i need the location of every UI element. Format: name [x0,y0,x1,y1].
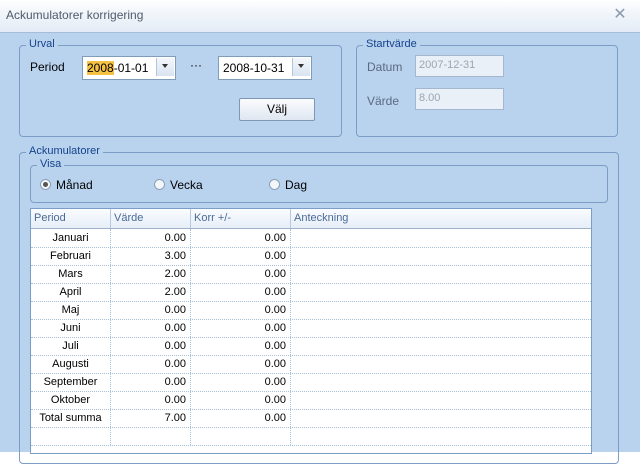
radio-manad-circle[interactable] [40,179,51,190]
ackumulatorer-legend: Ackumulatorer [26,145,103,157]
cell-varde[interactable]: 0.00 [111,229,191,247]
cell-korr[interactable]: 0.00 [191,247,291,265]
column-header-varde[interactable]: Värde [111,209,191,228]
radio-vecka-label[interactable]: Vecka [170,178,203,192]
from-date-dropdown-button[interactable] [156,58,174,76]
column-header-period[interactable]: Period [31,209,111,228]
cell-varde[interactable]: 2.00 [111,265,191,283]
title-bar[interactable]: Ackumulatorer korrigering ✕ [0,0,640,33]
cell-anteckning[interactable] [291,265,591,283]
varde-label: Värde [367,94,400,108]
cell-anteckning[interactable] [291,355,591,373]
table-row[interactable]: Maj 0.00 0.00 [31,301,591,320]
cell-anteckning[interactable] [291,301,591,319]
radio-vecka-circle[interactable] [154,179,165,190]
to-date-dropdown-button[interactable] [292,58,310,76]
cell-period[interactable]: Maj [31,301,111,319]
varde-value: 8.00 [419,92,441,104]
datum-value: 2007-12-31 [419,59,476,71]
radio-manad-label[interactable]: Månad [56,178,93,192]
cell-korr[interactable] [191,427,291,445]
date-range-separator: ··· [190,58,202,72]
radio-dag-circle[interactable] [269,179,280,190]
cell-period[interactable] [31,427,111,445]
cell-anteckning[interactable] [291,427,591,445]
cell-period[interactable]: Januari [31,229,111,247]
table-row[interactable]: Oktober 0.00 0.00 [31,391,591,410]
table-row[interactable]: Juni 0.00 0.00 [31,319,591,338]
cell-anteckning[interactable] [291,229,591,247]
cell-varde[interactable]: 0.00 [111,319,191,337]
from-date-value[interactable]: 2008-01-01 [87,61,148,75]
chevron-down-icon [162,64,168,68]
cell-anteckning[interactable] [291,391,591,409]
cell-period[interactable]: September [31,373,111,391]
cell-anteckning[interactable] [291,319,591,337]
from-date-picker[interactable]: 2008-01-01 [82,56,176,80]
cell-varde[interactable]: 3.00 [111,247,191,265]
table-row[interactable]: Mars 2.00 0.00 [31,265,591,284]
cell-anteckning[interactable] [291,409,591,427]
cell-period[interactable]: Juni [31,319,111,337]
cell-period[interactable]: Oktober [31,391,111,409]
table-row[interactable] [31,427,591,446]
cell-varde[interactable]: 0.00 [111,337,191,355]
varde-field: 8.00 [415,88,504,110]
table-row[interactable]: Juli 0.00 0.00 [31,337,591,356]
table-row[interactable]: Augusti 0.00 0.00 [31,355,591,374]
cell-varde[interactable]: 7.00 [111,409,191,427]
cell-period[interactable]: Total summa [31,409,111,427]
cell-varde[interactable]: 0.00 [111,355,191,373]
cell-varde[interactable]: 0.00 [111,301,191,319]
to-date-value[interactable]: 2008-10-31 [223,61,284,75]
cell-period[interactable]: Augusti [31,355,111,373]
table-row[interactable]: September 0.00 0.00 [31,373,591,392]
radio-selected-dot [43,182,48,187]
cell-period[interactable]: Februari [31,247,111,265]
cell-korr[interactable]: 0.00 [191,373,291,391]
visa-legend: Visa [37,158,65,170]
cell-varde[interactable]: 2.00 [111,283,191,301]
cell-varde[interactable] [111,427,191,445]
table-row[interactable]: Total summa 7.00 0.00 [31,409,591,428]
cell-anteckning[interactable] [291,247,591,265]
cell-anteckning[interactable] [291,337,591,355]
chevron-down-icon [298,64,304,68]
cell-korr[interactable]: 0.00 [191,355,291,373]
window-title: Ackumulatorer korrigering [6,8,144,22]
close-icon[interactable]: ✕ [611,6,629,24]
table-row[interactable]: Februari 3.00 0.00 [31,247,591,266]
cell-korr[interactable]: 0.00 [191,301,291,319]
datum-label: Datum [367,60,403,74]
cell-period[interactable]: Mars [31,265,111,283]
cell-anteckning[interactable] [291,373,591,391]
period-label: Period [30,60,65,74]
grid-header: Period Värde Korr +/- Anteckning [31,209,591,229]
cell-anteckning[interactable] [291,283,591,301]
table-row[interactable]: April 2.00 0.00 [31,283,591,302]
accumulator-grid[interactable]: Period Värde Korr +/- Anteckning Januari… [30,208,592,454]
visa-group: Visa [30,158,608,203]
cell-period[interactable]: Juli [31,337,111,355]
dialog-window: Ackumulatorer korrigering ✕ Urval Period… [0,0,640,464]
column-header-anteckning[interactable]: Anteckning [291,209,591,228]
cell-korr[interactable]: 0.00 [191,409,291,427]
cell-korr[interactable]: 0.00 [191,283,291,301]
datum-field: 2007-12-31 [415,55,504,77]
cell-korr[interactable]: 0.00 [191,265,291,283]
cell-korr[interactable]: 0.00 [191,337,291,355]
radio-dag-label[interactable]: Dag [285,178,307,192]
cell-korr[interactable]: 0.00 [191,319,291,337]
cell-period[interactable]: April [31,283,111,301]
urval-legend: Urval [26,38,58,50]
cell-varde[interactable]: 0.00 [111,373,191,391]
table-row[interactable]: Januari 0.00 0.00 [31,229,591,248]
cell-korr[interactable]: 0.00 [191,229,291,247]
valj-button[interactable]: Välj [239,98,315,121]
column-header-korr[interactable]: Korr +/- [191,209,291,228]
cell-korr[interactable]: 0.00 [191,391,291,409]
startvarde-legend: Startvärde [363,38,420,50]
cell-varde[interactable]: 0.00 [111,391,191,409]
to-date-picker[interactable]: 2008-10-31 [218,56,312,80]
